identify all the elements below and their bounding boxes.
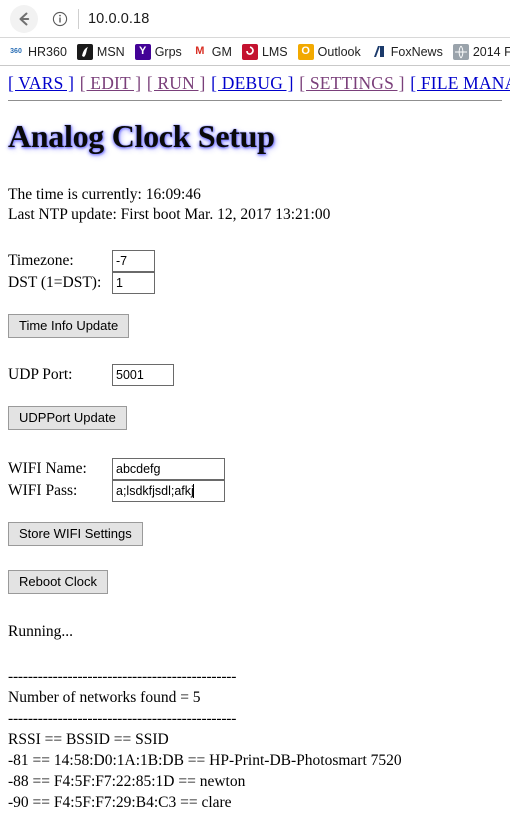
bookmark-lms[interactable]: LMS: [241, 43, 288, 60]
bookmark-foxnews[interactable]: FoxNews: [370, 43, 443, 60]
wifi-name-row: WIFI Name:: [8, 458, 502, 480]
udp-port-input[interactable]: [112, 364, 174, 386]
browser-chrome: 10.0.0.18 360 HR360 MSN Y Grps M GM LMS O Outlook…: [0, 0, 510, 66]
address-bar-url[interactable]: 10.0.0.18: [88, 11, 149, 27]
timezone-input[interactable]: [112, 250, 155, 272]
nav-link-debug[interactable]: [ DEBUG ]: [211, 73, 293, 93]
udp-port-row: UDP Port:: [8, 364, 502, 386]
wifi-name-input[interactable]: [112, 458, 225, 480]
network-row: -81 == 14:58:D0:1A:1B:DB == HP-Print-DB-…: [8, 752, 402, 769]
network-table-header: RSSI == BSSID == SSID: [8, 731, 169, 748]
time-info-update-button[interactable]: Time Info Update: [8, 314, 130, 338]
current-time-text: The time is currently: 16:09:46: [8, 186, 201, 203]
bookmark-label: LMS: [261, 44, 288, 59]
bookmark-outlook[interactable]: O Outlook: [297, 43, 361, 60]
back-arrow-icon[interactable]: [10, 4, 38, 33]
wifi-scan-results: ----------------------------------------…: [8, 666, 502, 816]
status-running-text: Running...: [8, 623, 74, 640]
store-wifi-settings-button[interactable]: Store WIFI Settings: [8, 522, 143, 546]
bookmark-2014-f-150[interactable]: 2014 F-150: [452, 43, 510, 60]
gmail-favicon: M: [191, 43, 208, 60]
bookmark-label: FoxNews: [390, 44, 443, 59]
page-content: [ VARS ] [ EDIT ] [ RUN ] [ DEBUG ] [ SE…: [0, 67, 510, 816]
info-circle-icon[interactable]: [48, 7, 72, 31]
url-divider: [78, 8, 79, 29]
msn-favicon: [76, 43, 93, 60]
bookmark-msn[interactable]: MSN: [76, 43, 125, 60]
timezone-label: Timezone:: [8, 252, 74, 269]
dst-row: DST (1=DST):: [8, 272, 502, 294]
nav-link-vars[interactable]: [ VARS ]: [8, 73, 74, 93]
bookmark-label: Grps: [154, 44, 182, 59]
udp-port-label: UDP Port:: [8, 366, 73, 383]
udp-settings-form: UDP Port: UDPPort Update: [8, 364, 502, 430]
scan-divider-bottom: ----------------------------------------…: [8, 710, 237, 727]
dst-label: DST (1=DST):: [8, 274, 102, 291]
yahoo-favicon: Y: [134, 43, 151, 60]
text-cursor: [192, 484, 194, 498]
lms-favicon: [241, 43, 258, 60]
bookmark-label: MSN: [96, 44, 125, 59]
network-count-text: Number of networks found = 5: [8, 689, 201, 706]
nav-link-filemanager[interactable]: [ FILE MANAGER ]: [410, 73, 510, 93]
browser-toolbar: 10.0.0.18: [0, 0, 510, 38]
nav-divider-rule: [8, 100, 502, 101]
bookmark-gm[interactable]: M GM: [191, 43, 232, 60]
hr360-favicon: 360: [8, 43, 24, 60]
udp-update-row: UDPPort Update: [8, 406, 502, 430]
time-settings-form: Timezone: DST (1=DST): Time Info Update: [8, 250, 502, 338]
reboot-row: Reboot Clock: [8, 570, 502, 594]
wifi-pass-input[interactable]: [112, 480, 225, 502]
network-row: -90 == F4:5F:F7:29:B4:C3 == clare: [8, 794, 232, 811]
wifi-pass-field-wrapper: [112, 480, 225, 502]
network-list: -81 == 14:58:D0:1A:1B:DB == HP-Print-DB-…: [8, 750, 502, 816]
bookmark-label: GM: [211, 44, 232, 59]
udpport-update-button[interactable]: UDPPort Update: [8, 406, 127, 430]
bookmarks-bar: 360 HR360 MSN Y Grps M GM LMS O Outlook FoxNews 201…: [0, 38, 510, 66]
nav-link-edit[interactable]: [ EDIT ]: [80, 73, 142, 93]
page-title: Analog Clock Setup: [8, 118, 275, 154]
foxnews-favicon: [370, 43, 387, 60]
reboot-clock-button[interactable]: Reboot Clock: [8, 570, 109, 594]
wifi-name-label: WIFI Name:: [8, 460, 87, 477]
wifi-store-row: Store WIFI Settings: [8, 522, 502, 546]
bookmark-hr360[interactable]: 360 HR360: [8, 43, 67, 60]
site-nav: [ VARS ] [ EDIT ] [ RUN ] [ DEBUG ] [ SE…: [8, 73, 510, 94]
bookmark-label: 2014 F-150: [472, 44, 510, 59]
bookmark-grps[interactable]: Y Grps: [134, 43, 182, 60]
time-update-row: Time Info Update: [8, 314, 502, 338]
bookmark-label: Outlook: [317, 44, 361, 59]
globe-favicon: [452, 43, 469, 60]
wifi-settings-form: WIFI Name: WIFI Pass: Store WIFI Setting…: [8, 458, 502, 546]
wifi-pass-label: WIFI Pass:: [8, 482, 78, 499]
nav-link-run[interactable]: [ RUN ]: [147, 73, 206, 93]
network-row: -88 == F4:5F:F7:22:85:1D == newton: [8, 773, 246, 790]
wifi-pass-row: WIFI Pass:: [8, 480, 502, 502]
timezone-row: Timezone:: [8, 250, 502, 272]
bookmark-label: HR360: [28, 44, 67, 59]
scan-divider-top: ----------------------------------------…: [8, 668, 237, 685]
outlook-favicon: O: [297, 43, 314, 60]
time-status-block: The time is currently: 16:09:46 Last NTP…: [8, 185, 502, 225]
last-ntp-text: Last NTP update: First boot Mar. 12, 201…: [8, 206, 331, 223]
dst-input[interactable]: [112, 272, 155, 294]
nav-link-settings[interactable]: [ SETTINGS ]: [299, 73, 404, 93]
